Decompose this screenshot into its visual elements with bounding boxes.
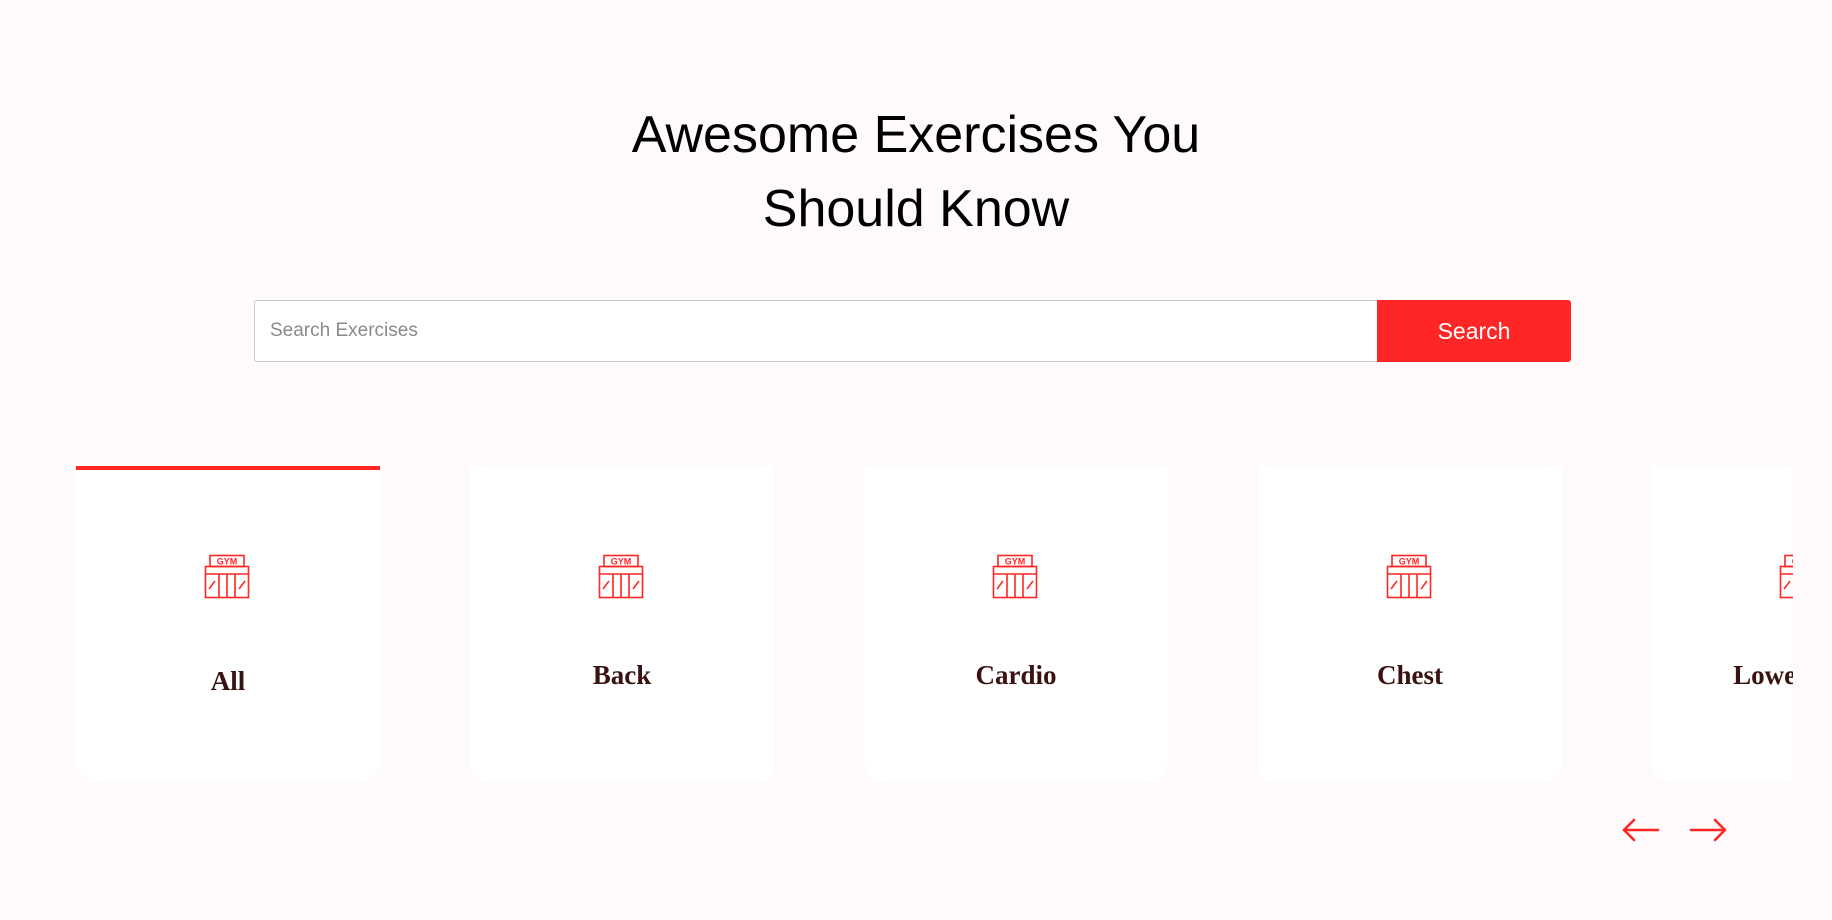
svg-text:GYM: GYM xyxy=(611,557,632,567)
category-label: Lower arms xyxy=(1733,660,1793,690)
category-card-chest[interactable]: GYM Chest xyxy=(1258,466,1562,782)
category-carousel[interactable]: GYM All GYM Back GYM Cardio GYM Chest GY… xyxy=(76,466,1793,784)
svg-text:GYM: GYM xyxy=(1792,557,1793,567)
svg-text:GYM: GYM xyxy=(1399,557,1420,567)
category-label: All xyxy=(210,666,246,696)
gym-icon: GYM xyxy=(1386,554,1432,599)
arrow-right-icon[interactable] xyxy=(1687,812,1729,848)
category-card-lower-arms[interactable]: GYM Lower arms xyxy=(1651,466,1793,782)
page-headline: Awesome Exercises You Should Know xyxy=(0,98,1832,246)
gym-icon: GYM xyxy=(598,554,644,599)
svg-text:GYM: GYM xyxy=(1005,557,1026,567)
arrow-left-icon[interactable] xyxy=(1620,812,1662,848)
headline-line-2: Should Know xyxy=(762,180,1070,238)
category-card-back[interactable]: GYM Back xyxy=(470,466,774,782)
gym-icon: GYM xyxy=(992,554,1038,599)
category-label: Back xyxy=(592,660,652,690)
gym-icon: GYM xyxy=(1779,554,1793,599)
category-label: Cardio xyxy=(975,660,1057,690)
category-card-all[interactable]: GYM All xyxy=(76,466,380,782)
gym-icon: GYM xyxy=(204,554,250,599)
headline-line-1: Awesome Exercises You xyxy=(631,106,1201,164)
search-button[interactable]: Search xyxy=(1377,300,1571,362)
category-label: Chest xyxy=(1377,660,1443,690)
category-card-cardio[interactable]: GYM Cardio xyxy=(864,466,1168,782)
svg-text:GYM: GYM xyxy=(217,557,238,567)
search-form: Search xyxy=(254,300,1571,362)
search-input[interactable] xyxy=(254,300,1377,362)
